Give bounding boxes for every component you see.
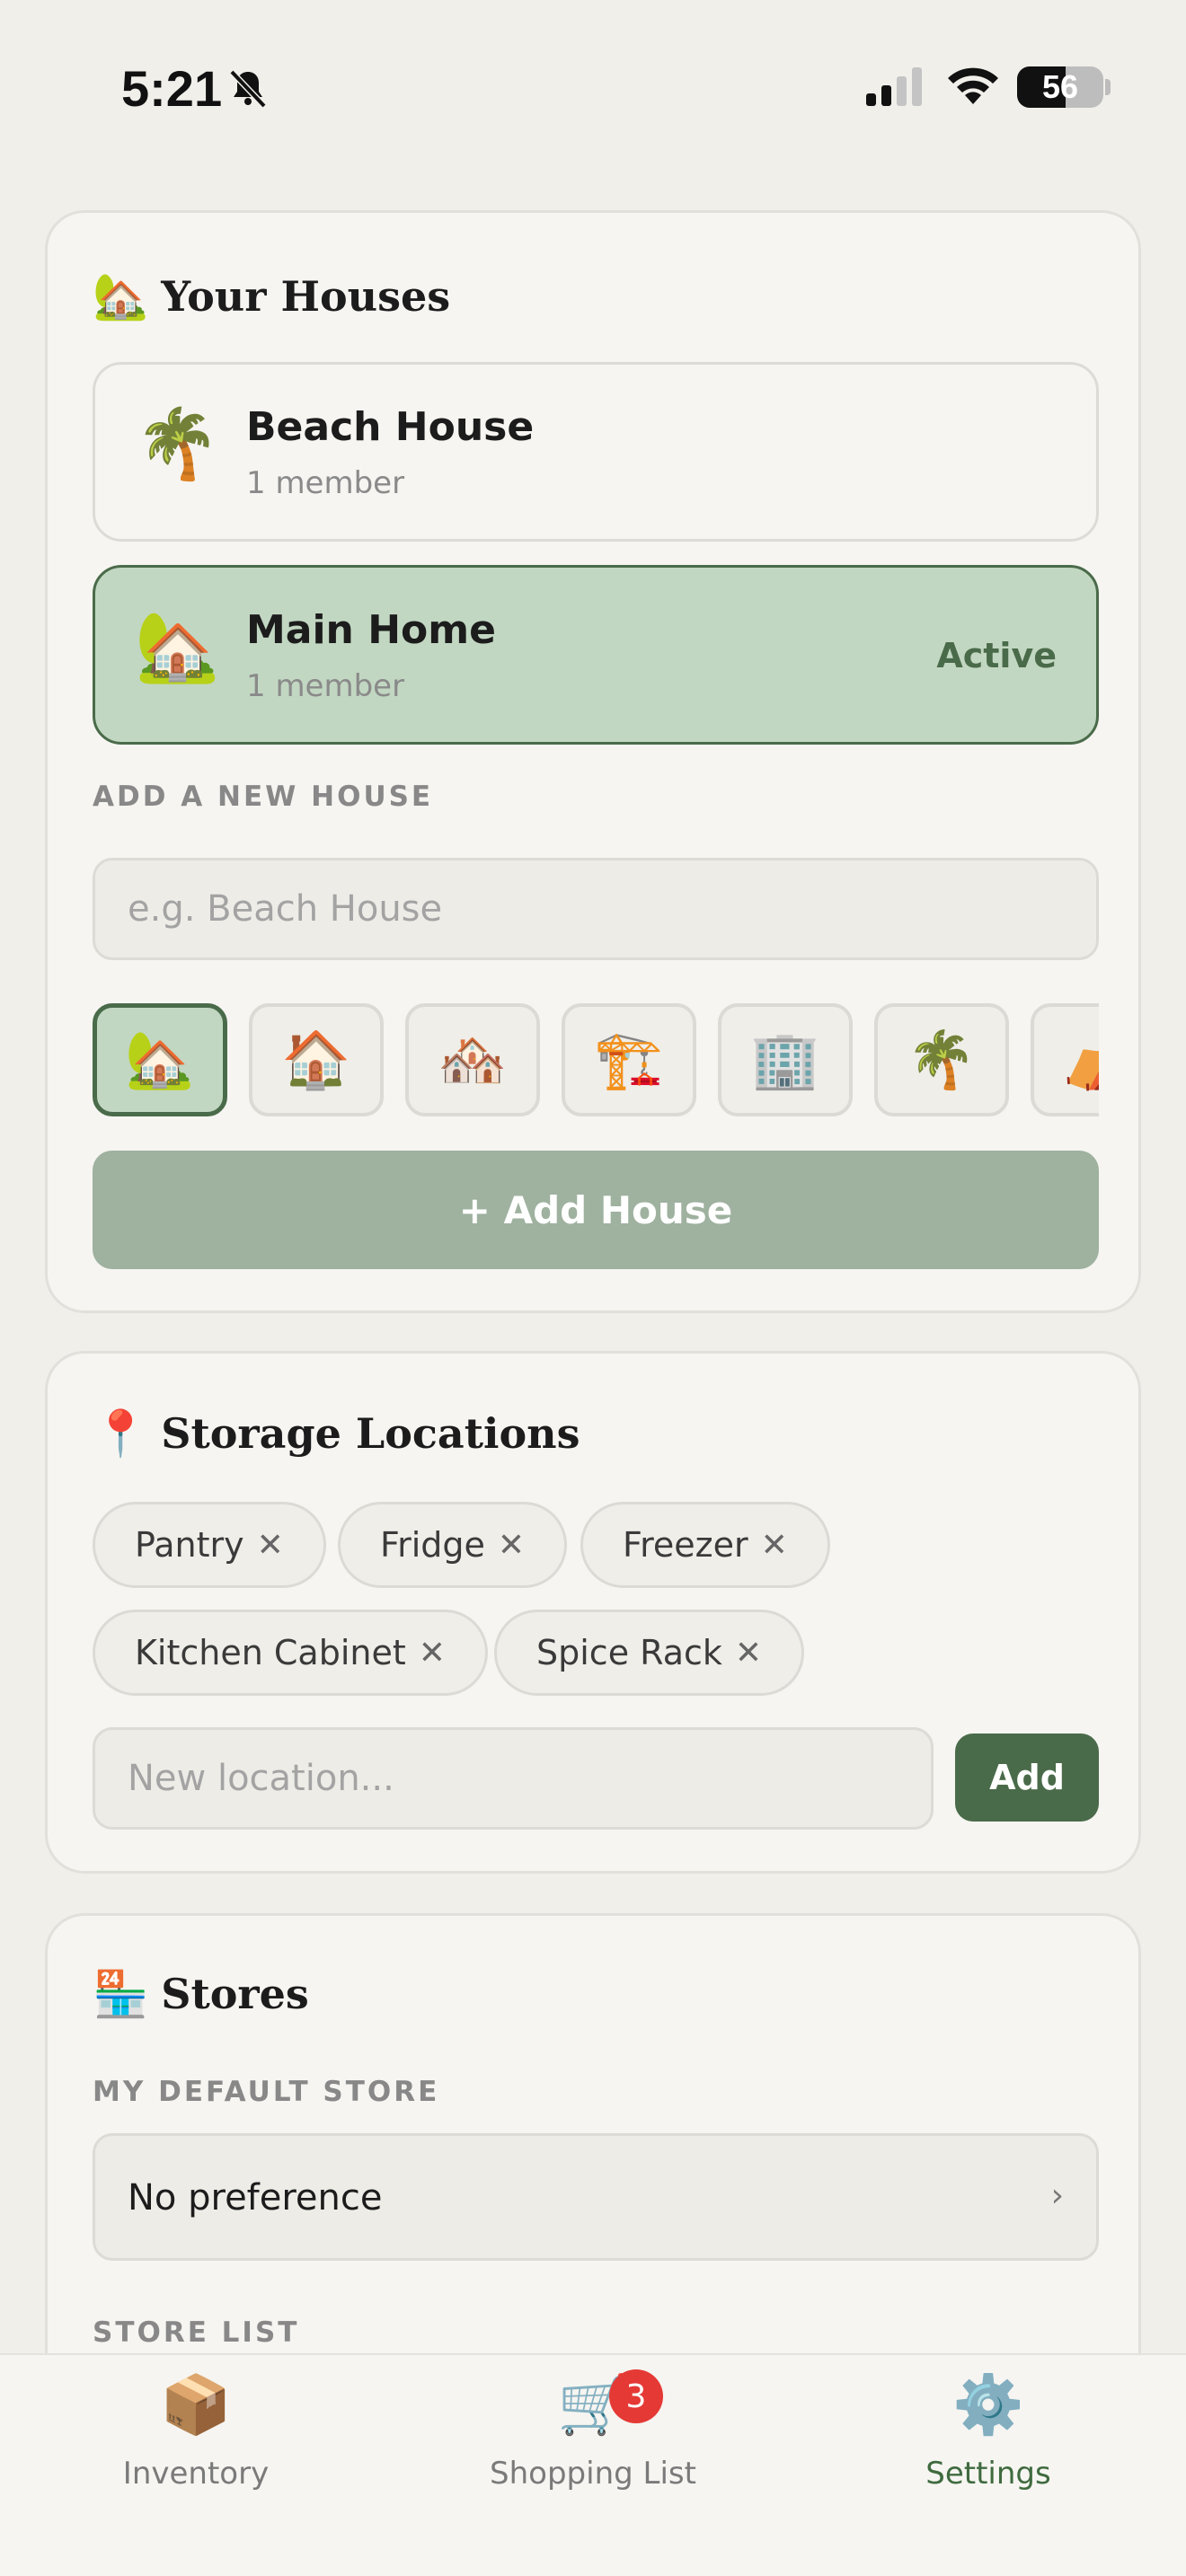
house-icon-picker: 🏡 🏠 🏘️ 🏗️ 🏢 🌴 ⛺ xyxy=(93,1003,1099,1120)
close-icon[interactable]: ✕ xyxy=(735,1635,762,1672)
location-chip-label: Kitchen Cabinet xyxy=(135,1633,406,1672)
location-chip-fridge: Fridge ✕ xyxy=(338,1502,568,1588)
storage-card-title: 📍 Storage Locations xyxy=(93,1409,580,1458)
icon-option-construction[interactable]: 🏗️ xyxy=(562,1003,696,1116)
houses-card-title: 🏡 Your Houses xyxy=(93,272,450,321)
add-house-section-label: ADD A NEW HOUSE xyxy=(93,781,434,813)
notification-badge: 3 xyxy=(609,2369,663,2423)
storage-title-text: Storage Locations xyxy=(161,1409,580,1458)
close-icon[interactable]: ✕ xyxy=(761,1527,788,1564)
store-list-label: STORE LIST xyxy=(93,2316,300,2349)
new-location-input[interactable] xyxy=(93,1727,934,1830)
tab-label: Shopping List xyxy=(490,2456,696,2492)
stores-title-text: Stores xyxy=(161,1970,309,2018)
location-chip-label: Freezer xyxy=(623,1525,748,1565)
convenience-store-icon: 🏪 xyxy=(93,1968,149,2020)
close-icon[interactable]: ✕ xyxy=(257,1527,284,1564)
stores-card-title: 🏪 Stores xyxy=(93,1970,309,2018)
default-store-value: No preference xyxy=(128,2177,383,2219)
default-store-select[interactable]: No preference › xyxy=(93,2133,1099,2261)
battery-level: 56 xyxy=(1041,68,1079,105)
location-chip-spice-rack: Spice Rack ✕ xyxy=(494,1610,805,1696)
houses-title-text: Your Houses xyxy=(161,272,451,321)
house-item-main-home[interactable]: 🏡 Main Home 1 member Active xyxy=(93,565,1099,745)
add-location-button[interactable]: Add xyxy=(955,1734,1099,1822)
tab-bar: 📦 Inventory 🛒 3 Shopping List ⚙️ Setting… xyxy=(0,2353,1186,2576)
close-icon[interactable]: ✕ xyxy=(419,1635,446,1672)
house-garden-icon: 🏡 xyxy=(93,270,149,322)
cellular-signal-icon xyxy=(866,67,922,106)
location-chip-freezer: Freezer ✕ xyxy=(580,1502,830,1588)
icon-option-office-building[interactable]: 🏢 xyxy=(718,1003,853,1116)
icon-option-palm-tree[interactable]: 🌴 xyxy=(874,1003,1009,1116)
house-member-count: 1 member xyxy=(246,668,405,704)
tab-shopping-list[interactable]: 🛒 3 Shopping List xyxy=(431,2369,755,2502)
shopping-cart-icon: 🛒 xyxy=(557,2372,629,2439)
houses-card: 🏡 Your Houses 🌴 Beach House 1 member 🏡 M… xyxy=(45,210,1141,1313)
close-icon[interactable]: ✕ xyxy=(498,1527,525,1564)
location-chip-kitchen-cabinet: Kitchen Cabinet ✕ xyxy=(93,1610,488,1696)
battery-icon: 56 xyxy=(1017,66,1103,108)
house-name: Main Home xyxy=(246,607,496,653)
gear-icon: ⚙️ xyxy=(952,2372,1024,2439)
house-member-count: 1 member xyxy=(246,465,405,501)
icon-option-house-garden[interactable]: 🏡 xyxy=(93,1003,227,1116)
house-item-beach-house[interactable]: 🌴 Beach House 1 member xyxy=(93,362,1099,542)
location-chip-label: Pantry xyxy=(135,1525,244,1565)
tab-settings[interactable]: ⚙️ Settings xyxy=(827,2377,1150,2502)
wifi-icon xyxy=(948,67,998,104)
status-time: 5:21 xyxy=(121,60,223,117)
icon-option-tent[interactable]: ⛺ xyxy=(1031,1003,1099,1116)
storage-locations-card: 📍 Storage Locations Pantry ✕ Fridge ✕ Fr… xyxy=(45,1351,1141,1874)
tab-label: Inventory xyxy=(122,2456,270,2492)
status-bar: 5:21 56 xyxy=(0,0,1186,171)
tab-inventory[interactable]: 📦 Inventory xyxy=(34,2377,358,2502)
package-icon: 📦 xyxy=(160,2372,232,2439)
location-chip-pantry: Pantry ✕ xyxy=(93,1502,326,1588)
default-store-label: MY DEFAULT STORE xyxy=(93,2076,440,2108)
tab-label: Settings xyxy=(925,2456,1051,2492)
icon-option-house[interactable]: 🏠 xyxy=(249,1003,384,1116)
house-name: Beach House xyxy=(246,404,535,450)
active-badge: Active xyxy=(936,636,1057,675)
bell-muted-icon xyxy=(229,69,267,109)
house-name-input[interactable] xyxy=(93,858,1099,960)
add-house-button[interactable]: + Add House xyxy=(93,1151,1099,1269)
palm-tree-icon: 🌴 xyxy=(135,403,220,483)
icon-option-houses[interactable]: 🏘️ xyxy=(405,1003,540,1116)
chevron-right-icon: › xyxy=(1050,2177,1064,2214)
location-chip-label: Fridge xyxy=(380,1525,485,1565)
location-chip-label: Spice Rack xyxy=(536,1633,722,1672)
battery-nub xyxy=(1105,79,1111,95)
pin-icon: 📍 xyxy=(93,1407,149,1460)
house-garden-icon: 🏡 xyxy=(135,606,220,686)
